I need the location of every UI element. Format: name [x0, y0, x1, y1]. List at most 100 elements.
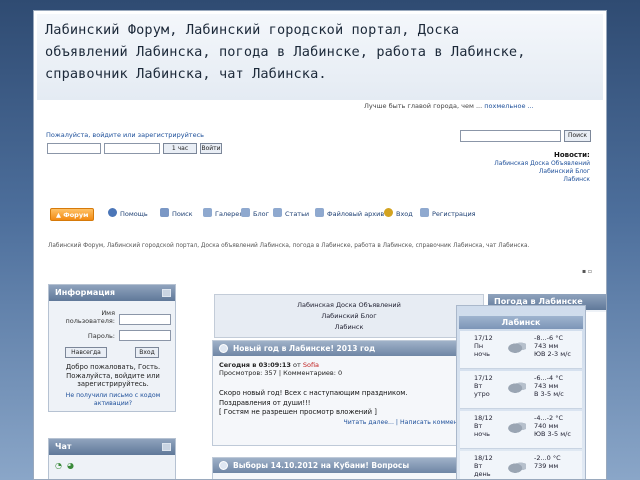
topic-body-line-2: Поздравления от души!!! [219, 398, 311, 407]
cloud-icon [508, 461, 526, 473]
topic-views: Просмотров: 357 [219, 369, 277, 377]
topic-title[interactable]: Новый год в Лабинске! 2013 год [233, 344, 375, 353]
search-icon [160, 208, 169, 217]
menu-blog[interactable]: Блог [241, 208, 269, 221]
activation-link[interactable]: Не получили письмо с кодом активации? [53, 392, 173, 408]
search-button[interactable]: Поиск [564, 130, 591, 142]
quick-password-input[interactable] [104, 143, 160, 154]
menu-register[interactable]: Регистрация [420, 208, 476, 221]
topic-card: Новый год в Лабинске! 2013 год Сегодня в… [212, 340, 484, 446]
center-links-box: Лабинская Доска Объявлений Лабинский Бло… [214, 294, 484, 338]
help-icon [108, 208, 117, 217]
period-select[interactable]: 1 час [163, 143, 197, 154]
topic-header[interactable]: Выборы 14.10.2012 на Кубани! Вопросы [213, 458, 483, 473]
menu-help[interactable]: Помощь [108, 208, 148, 221]
menu-articles-label: Статьи [285, 210, 310, 218]
login-hint[interactable]: Пожалуйста, войдите или зарегистрируйтес… [46, 131, 204, 139]
info-block-title: Информация [55, 288, 115, 297]
news-link-blog[interactable]: Лабинский Блог [539, 168, 590, 175]
login-button[interactable]: Вход [135, 347, 159, 358]
greeting-link[interactable]: похмельное ... [484, 102, 533, 110]
center-link-board[interactable]: Лабинская Доска Объявлений [215, 300, 483, 311]
blog-icon [241, 208, 250, 217]
remember-select[interactable]: Навсегда [65, 347, 107, 358]
weather-date: 18/12 Вт ночь [474, 414, 493, 438]
news-heading: Новости: [554, 151, 590, 159]
chat-refresh-icon[interactable]: ◔ [55, 461, 62, 470]
weather-temp: -4...-2 °C [534, 414, 564, 422]
weather-values: -8...-6 °C 743 мм ЮВ 2-3 м/с [534, 334, 571, 358]
topic-body: Скоро новый год! Всех с наступающим праз… [219, 389, 408, 418]
topic-meta: Сегодня в 03:09:13 от Sofia Просмотров: … [219, 361, 343, 377]
username-input[interactable] [119, 314, 171, 325]
info-block: Информация Имя пользователя: Пароль: Нав… [48, 284, 176, 412]
menu-gallery-label: Галерея [215, 210, 244, 218]
search-input[interactable] [460, 130, 561, 142]
menu-login-label: Вход [396, 210, 413, 218]
weather-pressure: 739 мм [534, 462, 559, 470]
username-label: Имя пользователя: [65, 309, 116, 325]
register-icon [420, 208, 429, 217]
menu-login[interactable]: Вход [384, 208, 413, 221]
menu-register-label: Регистрация [432, 210, 476, 218]
weather-date-value: 17/12 [474, 334, 493, 342]
weather-temp: -6...-4 °C [534, 374, 564, 382]
menu-archive-label: Файловый архив [327, 210, 385, 218]
topic-author[interactable]: Sofia [303, 361, 319, 369]
welcome-text: Добро пожаловать, Гость. Пожалуйста, вой… [65, 363, 161, 388]
archive-icon [315, 208, 324, 217]
weather-day: 17/12 Пн ночь -8...-6 °C 743 мм ЮВ 2-3 м/с [460, 331, 582, 369]
news-link-labinsk[interactable]: Лабинск [563, 176, 590, 183]
chat-block-header: Чат [49, 439, 175, 455]
weather-date-value: 18/12 [474, 454, 493, 462]
collapse-icon[interactable] [162, 443, 171, 451]
topic-title[interactable]: Выборы 14.10.2012 на Кубани! Вопросы [233, 461, 409, 470]
weather-pressure: 740 мм [534, 422, 559, 430]
password-input[interactable] [119, 330, 171, 341]
weather-date-value: 18/12 [474, 414, 493, 422]
menu-archive[interactable]: Файловый архив [315, 208, 384, 221]
weather-time: ночь [474, 430, 490, 438]
collapse-icon[interactable] [162, 289, 171, 297]
menu-search[interactable]: Поиск [160, 208, 193, 221]
weather-day: 17/12 Вт утро -6...-4 °C 743 мм В 3-5 м/с [460, 371, 582, 409]
weather-date-value: 17/12 [474, 374, 493, 382]
weather-temp: -8...-6 °C [534, 334, 564, 342]
menu-blog-label: Блог [253, 210, 270, 218]
weather-weekday: Пн [474, 342, 484, 350]
weather-wind: ЮВ 2-3 м/с [534, 350, 571, 358]
topic-header[interactable]: Новый год в Лабинске! 2013 год [213, 341, 483, 356]
site-title-line-1: Лабинский Форум, Лабинский городской пор… [45, 22, 460, 38]
quick-username-input[interactable] [47, 143, 101, 154]
weather-weekday: Вт [474, 422, 483, 430]
weather-date: 18/12 Вт день [474, 454, 493, 478]
news-link-board[interactable]: Лабинская Доска Объявлений [494, 160, 590, 167]
menu-help-label: Помощь [120, 210, 148, 218]
read-more-link[interactable]: Читать далее... [344, 419, 394, 426]
weather-weekday: Вт [474, 462, 483, 470]
quick-login-button[interactable]: Войти [200, 143, 222, 154]
weather-widget: Лабинск 17/12 Пн ночь -8...-6 °C 743 мм ЮВ 2… [456, 305, 586, 479]
cloud-icon [508, 421, 526, 433]
weather-temp: -2...0 °C [534, 454, 561, 462]
center-link-blog[interactable]: Лабинский Блог [215, 311, 483, 322]
chat-settings-icon[interactable]: ◕ [67, 461, 74, 470]
weather-city: Лабинск [459, 316, 583, 329]
menu-gallery[interactable]: Галерея [203, 208, 243, 221]
weather-weekday: Вт [474, 382, 483, 390]
breadcrumb[interactable]: Лабинский Форум, Лабинский городской пор… [48, 241, 588, 251]
layout-toggle-icons[interactable]: ▪ ▫ [582, 268, 592, 275]
menu-articles[interactable]: Статьи [273, 208, 309, 221]
center-link-labinsk[interactable]: Лабинск [215, 322, 483, 333]
topic-icon [219, 344, 228, 353]
topic-card: Выборы 14.10.2012 на Кубани! Вопросы [212, 457, 484, 479]
menu-forum[interactable]: ▲ Форум [50, 208, 95, 221]
site-banner: Лабинский Форум, Лабинский городской пор… [37, 14, 603, 100]
cloud-icon [508, 381, 526, 393]
site-title-line-3: справочник Лабинска, чат Лабинска. [45, 66, 327, 82]
topic-icon [219, 461, 228, 470]
main-menu: ▲ Форум Помощь Поиск Галерея Блог Статьи… [48, 208, 594, 221]
articles-icon [273, 208, 282, 217]
weather-time: день [474, 470, 491, 478]
weather-values: -2...0 °C 739 мм [534, 454, 561, 470]
